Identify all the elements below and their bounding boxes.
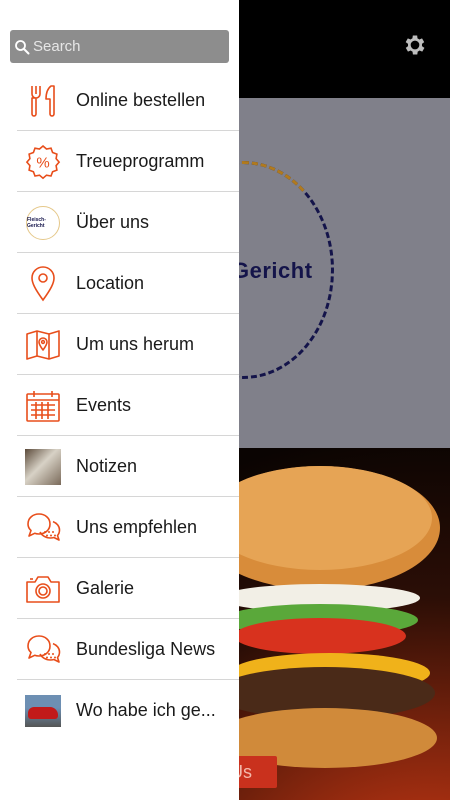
menu-item-label: Galerie: [76, 578, 135, 598]
restaurant-logo-thumbnail: Fleisch-Gericht: [25, 205, 61, 241]
percent-badge-icon: %: [25, 144, 61, 180]
chat-bubbles-icon: [25, 632, 61, 668]
map-icon: [25, 327, 61, 363]
gear-icon[interactable]: [402, 32, 428, 58]
calendar-icon: [25, 388, 61, 424]
chat-bubbles-icon: [25, 510, 61, 546]
menu-item-label: Über uns: [76, 212, 150, 232]
menu-item-label: Events: [76, 395, 132, 415]
search-icon: [15, 39, 30, 54]
navigation-drawer: Online bestellen % Treueprogramm Fleisch…: [0, 0, 239, 800]
menu-item-treueprogramm[interactable]: % Treueprogramm: [0, 131, 239, 192]
menu-item-label: Wo habe ich ge...: [76, 700, 216, 720]
map-pin-icon: [25, 265, 61, 302]
menu-item-online-bestellen[interactable]: Online bestellen: [0, 70, 239, 131]
menu-item-label: Um uns herum: [76, 334, 195, 354]
svg-text:%: %: [36, 154, 49, 171]
car-photo-thumbnail: [25, 693, 61, 729]
menu-item-uns-empfehlen[interactable]: Uns empfehlen: [0, 497, 239, 558]
fork-knife-icon: [25, 83, 61, 119]
notes-photo-thumbnail: [25, 448, 61, 485]
camera-icon: [25, 571, 61, 607]
menu-item-galerie[interactable]: Galerie: [0, 558, 239, 619]
menu-item-ueber-uns[interactable]: Fleisch-Gericht Über uns: [0, 192, 239, 253]
menu-item-label: Uns empfehlen: [76, 517, 198, 537]
menu-item-label: Treueprogramm: [76, 151, 205, 171]
menu-item-label: Location: [76, 273, 145, 293]
menu-item-events[interactable]: Events: [0, 375, 239, 436]
search-bar[interactable]: [10, 30, 229, 63]
thumbnail-logo-text: Fleisch-Gericht: [26, 205, 60, 240]
drawer-menu: Online bestellen % Treueprogramm Fleisch…: [0, 70, 239, 741]
menu-item-bundesliga-news[interactable]: Bundesliga News: [0, 619, 239, 680]
menu-item-notizen[interactable]: Notizen: [0, 436, 239, 497]
menu-item-label: Online bestellen: [76, 90, 206, 110]
menu-item-label: Notizen: [76, 456, 138, 476]
menu-item-um-uns-herum[interactable]: Um uns herum: [0, 314, 239, 375]
search-input[interactable]: [33, 38, 213, 55]
menu-item-wo-habe-ich-geparkt[interactable]: Wo habe ich ge...: [0, 680, 239, 741]
menu-item-label: Bundesliga News: [76, 639, 216, 659]
menu-item-location[interactable]: Location: [0, 253, 239, 314]
hero-logo-text: Gericht: [232, 258, 313, 283]
